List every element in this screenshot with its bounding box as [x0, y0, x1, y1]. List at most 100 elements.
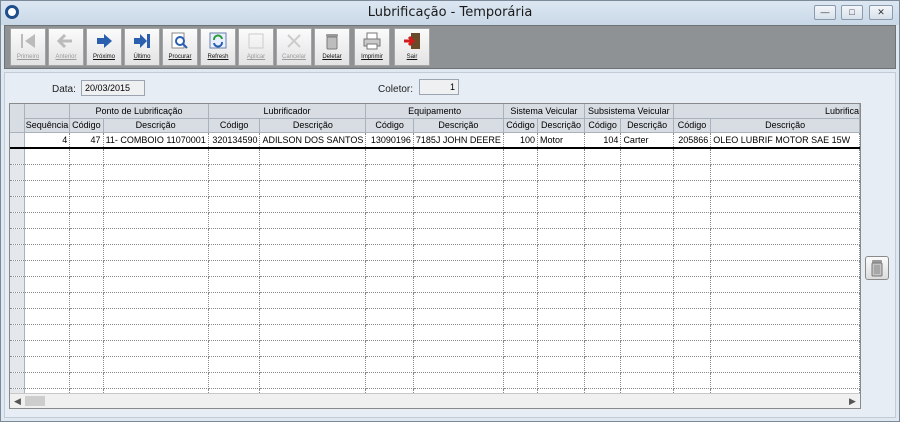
- empty-cell[interactable]: [365, 308, 414, 325]
- close-button[interactable]: ✕: [869, 5, 893, 20]
- empty-cell[interactable]: [208, 212, 261, 229]
- empty-cell[interactable]: [69, 276, 104, 293]
- empty-cell[interactable]: [413, 212, 504, 229]
- empty-cell[interactable]: [24, 324, 71, 341]
- empty-cell[interactable]: [103, 308, 209, 325]
- empty-cell[interactable]: [208, 292, 261, 309]
- empty-cell[interactable]: [503, 148, 539, 165]
- empty-cell[interactable]: [24, 228, 71, 245]
- row-indicator[interactable]: [10, 132, 25, 149]
- empty-cell[interactable]: [69, 260, 104, 277]
- empty-cell[interactable]: [103, 164, 209, 181]
- empty-cell[interactable]: [537, 260, 585, 277]
- empty-cell[interactable]: [24, 212, 71, 229]
- empty-cell[interactable]: [503, 212, 539, 229]
- empty-cell[interactable]: [365, 276, 414, 293]
- empty-cell[interactable]: [413, 196, 504, 213]
- apply-button[interactable]: Aplicar: [238, 28, 274, 66]
- empty-cell[interactable]: [208, 244, 261, 261]
- delete-button[interactable]: Deletar: [314, 28, 350, 66]
- column-header-descricao[interactable]: Descrição: [103, 118, 209, 133]
- empty-cell[interactable]: [413, 356, 504, 373]
- row-indicator[interactable]: [10, 324, 25, 341]
- empty-cell[interactable]: [537, 180, 585, 197]
- empty-cell[interactable]: [24, 148, 71, 165]
- empty-cell[interactable]: [584, 372, 622, 389]
- empty-cell[interactable]: [673, 196, 712, 213]
- print-button[interactable]: Imprimir: [354, 28, 390, 66]
- empty-cell[interactable]: [620, 324, 674, 341]
- empty-table-row[interactable]: [10, 276, 860, 293]
- empty-cell[interactable]: [710, 372, 860, 389]
- empty-cell[interactable]: [673, 260, 712, 277]
- empty-cell[interactable]: [503, 196, 539, 213]
- empty-cell[interactable]: [208, 356, 261, 373]
- empty-cell[interactable]: [584, 244, 622, 261]
- empty-cell[interactable]: [537, 164, 585, 181]
- empty-cell[interactable]: [710, 276, 860, 293]
- empty-cell[interactable]: [710, 324, 860, 341]
- first-button[interactable]: Primeiro: [10, 28, 46, 66]
- empty-cell[interactable]: [710, 228, 860, 245]
- empty-cell[interactable]: [24, 164, 71, 181]
- empty-cell[interactable]: [259, 260, 367, 277]
- minimize-button[interactable]: —: [814, 5, 836, 20]
- empty-cell[interactable]: [537, 356, 585, 373]
- empty-cell[interactable]: [620, 356, 674, 373]
- empty-cell[interactable]: [259, 276, 367, 293]
- empty-cell[interactable]: [259, 148, 367, 165]
- empty-cell[interactable]: [620, 244, 674, 261]
- empty-cell[interactable]: [537, 340, 585, 357]
- empty-cell[interactable]: [259, 308, 367, 325]
- empty-cell[interactable]: [537, 228, 585, 245]
- empty-cell[interactable]: [584, 340, 622, 357]
- empty-cell[interactable]: [537, 148, 585, 165]
- empty-cell[interactable]: [259, 244, 367, 261]
- cell-equipamento-descricao[interactable]: 7185J JOHN DEERE: [413, 132, 504, 149]
- cell-sequencia[interactable]: 4: [24, 132, 71, 149]
- empty-cell[interactable]: [673, 148, 712, 165]
- column-header-codigo[interactable]: Código: [584, 118, 622, 133]
- empty-cell[interactable]: [365, 228, 414, 245]
- cell-subsistema-descricao[interactable]: Carter: [620, 132, 674, 149]
- empty-cell[interactable]: [413, 324, 504, 341]
- empty-cell[interactable]: [503, 180, 539, 197]
- empty-cell[interactable]: [620, 228, 674, 245]
- row-indicator[interactable]: [10, 292, 25, 309]
- empty-cell[interactable]: [208, 276, 261, 293]
- empty-cell[interactable]: [584, 276, 622, 293]
- empty-cell[interactable]: [503, 356, 539, 373]
- empty-cell[interactable]: [584, 164, 622, 181]
- row-indicator[interactable]: [10, 164, 25, 181]
- empty-cell[interactable]: [259, 372, 367, 389]
- empty-cell[interactable]: [259, 180, 367, 197]
- next-button[interactable]: Próximo: [86, 28, 122, 66]
- empty-cell[interactable]: [710, 260, 860, 277]
- row-indicator[interactable]: [10, 212, 25, 229]
- previous-button[interactable]: Anterior: [48, 28, 84, 66]
- empty-cell[interactable]: [673, 372, 712, 389]
- empty-cell[interactable]: [259, 228, 367, 245]
- cell-lubrificador-descricao[interactable]: ADILSON DOS SANTOS: [259, 132, 367, 149]
- row-indicator[interactable]: [10, 356, 25, 373]
- table-row[interactable]: 4 47 11- COMBOIO 11070001 320134590 ADIL…: [10, 132, 860, 149]
- empty-cell[interactable]: [24, 276, 71, 293]
- empty-cell[interactable]: [365, 244, 414, 261]
- empty-table-row[interactable]: [10, 212, 860, 229]
- empty-cell[interactable]: [673, 340, 712, 357]
- empty-cell[interactable]: [103, 340, 209, 357]
- empty-cell[interactable]: [259, 356, 367, 373]
- scroll-left-icon[interactable]: ◀: [11, 395, 24, 408]
- row-indicator[interactable]: [10, 276, 25, 293]
- cell-lubrificante-descricao[interactable]: OLEO LUBRIF MOTOR SAE 15W: [710, 132, 860, 149]
- empty-cell[interactable]: [103, 196, 209, 213]
- empty-cell[interactable]: [537, 292, 585, 309]
- exit-button[interactable]: Sair: [394, 28, 430, 66]
- empty-cell[interactable]: [537, 324, 585, 341]
- empty-cell[interactable]: [69, 372, 104, 389]
- delete-row-button[interactable]: [865, 256, 889, 280]
- empty-cell[interactable]: [103, 372, 209, 389]
- empty-cell[interactable]: [103, 228, 209, 245]
- empty-cell[interactable]: [69, 148, 104, 165]
- row-indicator[interactable]: [10, 308, 25, 325]
